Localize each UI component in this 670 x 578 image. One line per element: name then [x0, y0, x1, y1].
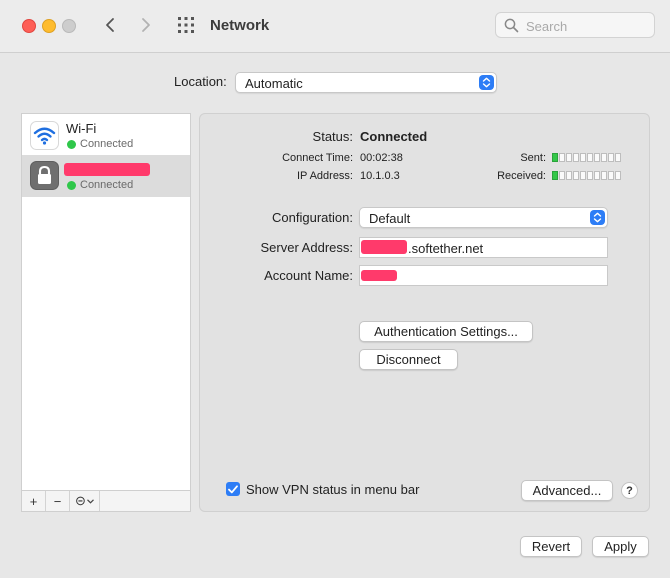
account-name-label: Account Name: — [264, 268, 353, 283]
zoom-button[interactable] — [62, 19, 76, 33]
minimize-button[interactable] — [42, 19, 56, 33]
status-value: Connected — [360, 129, 428, 144]
service-name: Wi-Fi — [66, 121, 97, 136]
configuration-label: Configuration: — [272, 210, 353, 225]
service-item-vpn[interactable]: Connected — [22, 155, 190, 197]
search-placeholder: Search — [526, 19, 568, 34]
sent-label: Sent: — [520, 152, 546, 164]
checkmark-icon — [228, 484, 238, 493]
ip-address-label: IP Address: — [296, 170, 353, 182]
window-title: Network — [210, 17, 270, 34]
service-list: Wi-Fi Connected Connected — [21, 113, 191, 491]
title-bar: Network Search — [0, 0, 670, 53]
apply-button[interactable]: Apply — [592, 536, 649, 557]
connect-time-label: Connect Time: — [282, 152, 353, 164]
grid-icon — [178, 17, 194, 33]
status-label: Status: — [312, 129, 353, 144]
back-button[interactable] — [99, 14, 121, 36]
search-field[interactable]: Search — [495, 12, 655, 38]
redacted-server-prefix — [361, 240, 407, 254]
chevron-left-icon — [106, 18, 114, 32]
account-name-field[interactable] — [359, 265, 608, 286]
location-select[interactable]: Automatic — [235, 72, 497, 93]
connected-status-dot — [67, 181, 76, 190]
advanced-button[interactable]: Advanced... — [521, 480, 613, 501]
show-vpn-status-checkbox[interactable] — [226, 482, 240, 496]
help-button[interactable]: ? — [621, 482, 638, 499]
popup-stepper-icon — [590, 210, 605, 225]
chevron-right-icon — [142, 18, 150, 32]
configuration-select[interactable]: Default — [359, 207, 608, 228]
remove-service-button[interactable]: − — [46, 491, 70, 511]
ip-address-value: 10.1.0.3 — [360, 170, 400, 182]
configuration-value: Default — [369, 211, 411, 226]
server-address-suffix: .softether.net — [408, 241, 484, 256]
lock-icon — [30, 161, 59, 195]
location-value: Automatic — [245, 76, 303, 91]
forward-button[interactable] — [135, 14, 157, 36]
show-all-button[interactable] — [175, 14, 197, 36]
revert-button[interactable]: Revert — [520, 536, 582, 557]
search-icon — [504, 18, 519, 38]
connected-status-dot — [67, 140, 76, 149]
chevron-down-icon — [87, 498, 94, 504]
service-status: Connected — [80, 138, 134, 150]
server-address-field[interactable]: .softether.net — [359, 237, 608, 258]
popup-stepper-icon — [479, 75, 494, 90]
connect-time-value: 00:02:38 — [360, 152, 403, 164]
action-menu-button[interactable]: ⊝ — [70, 491, 100, 511]
sent-meter — [552, 153, 621, 162]
redacted-service-name — [64, 163, 150, 176]
received-label: Received: — [497, 170, 546, 182]
service-item-wifi[interactable]: Wi-Fi Connected — [22, 114, 190, 156]
service-status: Connected — [80, 179, 134, 191]
show-vpn-status-label: Show VPN status in menu bar — [246, 482, 420, 497]
add-service-button[interactable]: + — [22, 491, 46, 511]
wifi-icon — [30, 121, 59, 155]
location-label: Location: — [174, 74, 227, 89]
server-address-label: Server Address: — [260, 240, 354, 255]
disconnect-button[interactable]: Disconnect — [359, 349, 458, 370]
redacted-account-name — [361, 270, 397, 281]
ellipsis-circle-icon: ⊝ — [75, 493, 86, 508]
received-meter — [552, 171, 621, 180]
close-button[interactable] — [22, 19, 36, 33]
authentication-settings-button[interactable]: Authentication Settings... — [359, 321, 533, 342]
service-list-toolbar: + − ⊝ — [21, 491, 191, 512]
